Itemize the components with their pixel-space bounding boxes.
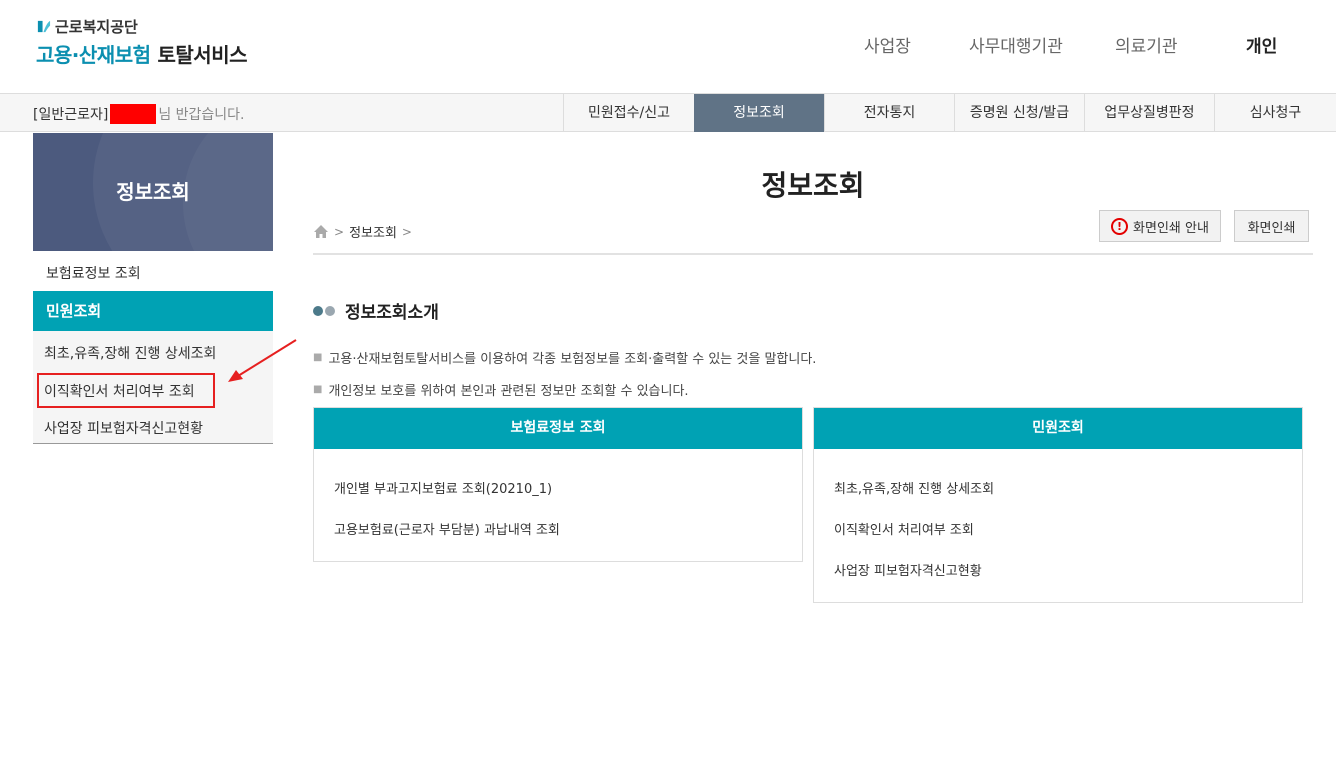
card-premium-info: 보험료정보 조회 개인별 부과고지보험료 조회(20210_1) 고용보험료(근…: [313, 407, 803, 562]
chevron-right-icon: >: [401, 224, 412, 239]
site-header: 근로복지공단 고용·산재보험 토탈서비스 사업장 사무대행기관 의료기관 개인: [0, 0, 1336, 93]
card-link-separation-cert[interactable]: 이직확인서 처리여부 조회: [834, 519, 974, 538]
card-title[interactable]: 보험료정보 조회: [314, 408, 802, 449]
section-title-text: 정보조회소개: [345, 303, 439, 323]
description-line: ■ 개인정보 보호를 위하여 본인과 관련된 정보만 조회할 수 있습니다.: [313, 380, 689, 399]
card-civil-inquiry: 민원조회 최초,유족,장해 진행 상세조회 이직확인서 처리여부 조회 사업장 …: [813, 407, 1303, 603]
description-text: 개인정보 보호를 위하여 본인과 관련된 정보만 조회할 수 있습니다.: [328, 384, 689, 399]
page-title: 정보조회: [761, 169, 865, 202]
card-link-premium-inquiry[interactable]: 개인별 부과고지보험료 조회(20210_1): [334, 478, 552, 497]
card-title[interactable]: 민원조회: [814, 408, 1302, 449]
user-type: [일반근로자]: [33, 107, 109, 123]
redacted-user-name: [110, 104, 157, 124]
bullet-dot-icon: [313, 305, 323, 316]
tab-e-notice[interactable]: 전자통지: [824, 94, 954, 132]
sidebar-item-insured-status[interactable]: 사업장 피보험자격신고현황: [44, 418, 203, 438]
chevron-right-icon: >: [334, 224, 345, 239]
card-link-progress-detail[interactable]: 최초,유족,장해 진행 상세조회: [834, 478, 994, 497]
bullet-dot-icon: [325, 305, 335, 316]
top-nav-business[interactable]: 사업장: [864, 32, 911, 57]
tab-certificate[interactable]: 증명원 신청/발급: [954, 94, 1084, 132]
tab-civil-application[interactable]: 민원접수/신고: [563, 94, 694, 132]
breadcrumb: > 정보조회 >: [313, 222, 417, 241]
print-guide-label: 화면인쇄 안내: [1133, 220, 1209, 236]
top-nav-personal[interactable]: 개인: [1246, 32, 1277, 57]
print-guide-button[interactable]: ! 화면인쇄 안내: [1099, 210, 1221, 242]
greeting-text: 님 반갑습니다.: [158, 107, 245, 123]
print-button[interactable]: 화면인쇄: [1234, 210, 1309, 242]
divider: [313, 253, 1313, 255]
sidebar-item-premium-info[interactable]: 보험료정보 조회: [33, 263, 273, 283]
tab-review-request[interactable]: 심사청구: [1214, 94, 1336, 132]
bullet-icon: ■: [313, 352, 323, 363]
top-nav-agency[interactable]: 사무대행기관: [969, 32, 1063, 57]
breadcrumb-current[interactable]: 정보조회: [349, 222, 397, 241]
home-icon[interactable]: [313, 224, 329, 239]
description-text: 고용·산재보험토탈서비스를 이용하여 각종 보험정보를 조회·출력할 수 있는 …: [328, 352, 817, 367]
main-menu-bar: [일반근로자] 님 반갑습니다. 민원접수/신고 정보조회 전자통지 증명원 신…: [0, 93, 1336, 132]
sidebar-title: 정보조회: [116, 180, 190, 204]
sidebar-category-civil[interactable]: 민원조회: [33, 291, 273, 331]
top-nav-medical[interactable]: 의료기관: [1115, 32, 1178, 57]
card-link-overpayment[interactable]: 고용보험료(근로자 부담분) 과납내역 조회: [334, 519, 560, 538]
alert-icon: !: [1111, 217, 1129, 235]
section-title: 정보조회소개: [313, 298, 439, 323]
highlight-box: [37, 373, 215, 408]
top-nav: 사업장 사무대행기관 의료기관 개인: [0, 32, 1336, 57]
sidebar-header: 정보조회: [33, 133, 273, 251]
description-line: ■ 고용·산재보험토탈서비스를 이용하여 각종 보험정보를 조회·출력할 수 있…: [313, 348, 816, 367]
tab-disease-judgment[interactable]: 업무상질병판정: [1084, 94, 1214, 132]
tab-info-inquiry[interactable]: 정보조회: [694, 94, 824, 132]
sidebar-item-progress-detail[interactable]: 최초,유족,장해 진행 상세조회: [44, 343, 216, 363]
welcome-message: [일반근로자] 님 반갑습니다.: [33, 104, 245, 124]
card-link-insured-status[interactable]: 사업장 피보험자격신고현황: [834, 560, 982, 579]
bullet-icon: ■: [313, 384, 323, 395]
